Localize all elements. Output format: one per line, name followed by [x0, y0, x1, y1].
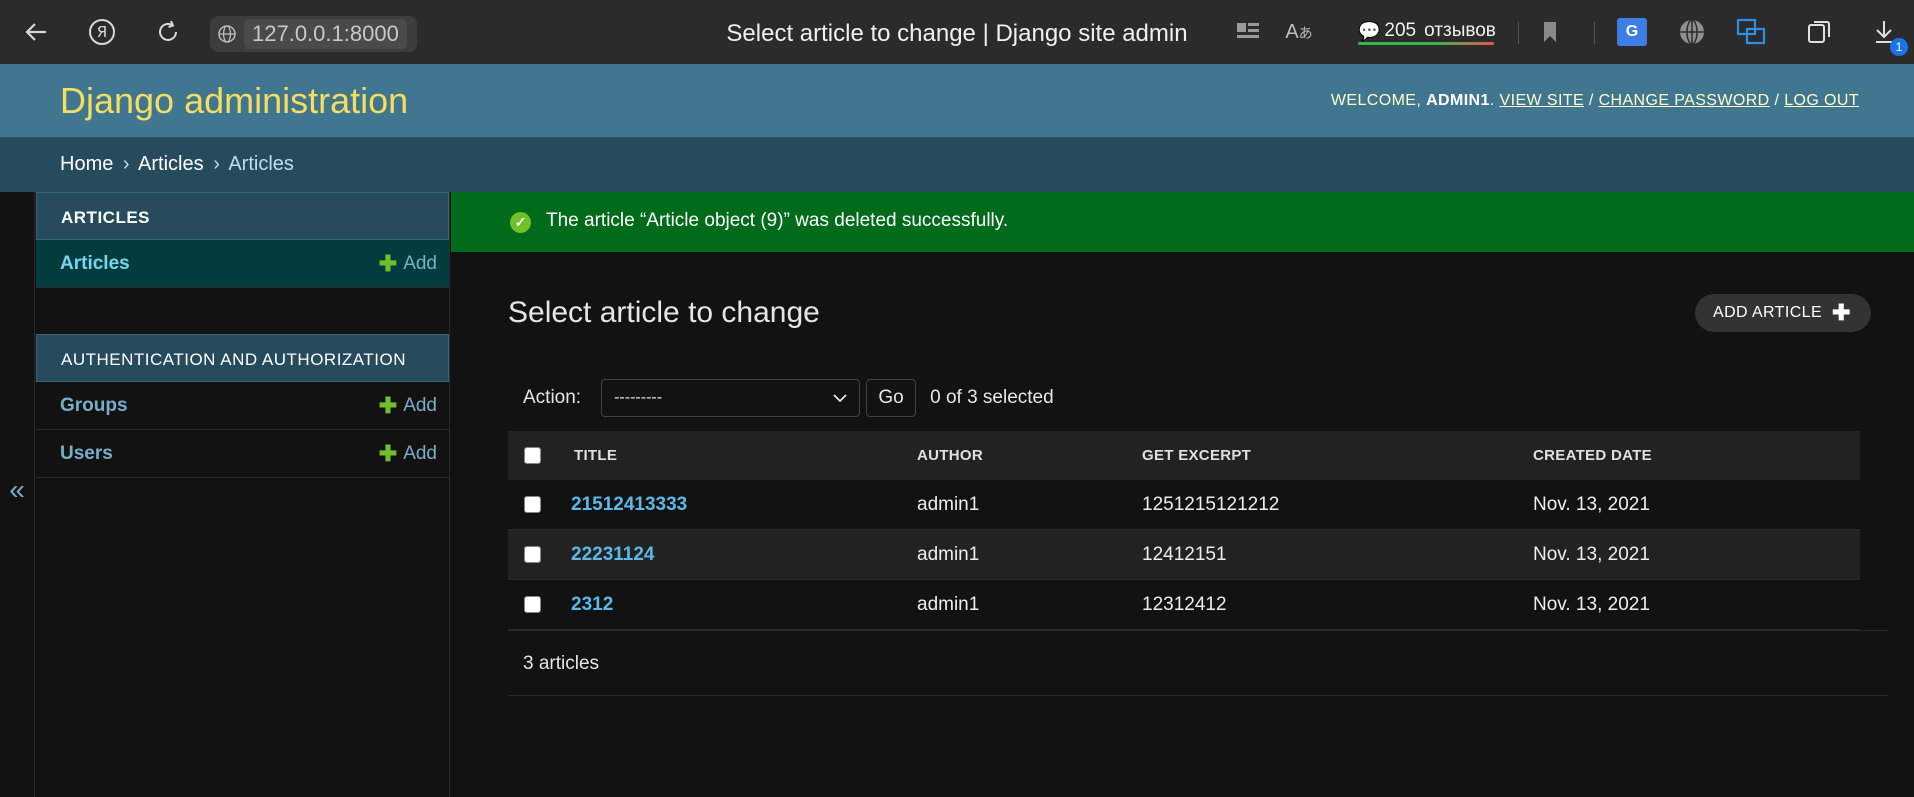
change-password-link[interactable]: CHANGE PASSWORD: [1599, 92, 1770, 109]
address-bar[interactable]: 127.0.0.1:8000: [210, 16, 417, 52]
plus-icon: ✚: [378, 392, 398, 418]
translate-page-icon[interactable]: Aあ: [1283, 16, 1315, 48]
reader-mode-icon[interactable]: [1232, 16, 1264, 48]
breadcrumb: Home › Articles › Articles: [0, 137, 1914, 192]
reviews-count: 205: [1384, 20, 1417, 41]
site-info-icon[interactable]: [216, 23, 238, 45]
url-text[interactable]: 127.0.0.1:8000: [244, 19, 407, 49]
select-all-checkbox[interactable]: [524, 447, 541, 464]
divider: [1518, 22, 1519, 44]
column-header-created-date[interactable]: CREATED DATE: [1533, 447, 1860, 464]
action-select[interactable]: ---------: [601, 379, 861, 417]
add-user-link[interactable]: ✚ Add: [379, 441, 437, 467]
collapse-icon: «: [9, 473, 25, 505]
add-article-button[interactable]: ADD ARTICLE ✚: [1695, 294, 1871, 332]
row-checkbox[interactable]: [524, 546, 541, 563]
sidebar-item-articles[interactable]: Articles ✚ Add: [36, 240, 449, 288]
author-cell: admin1: [917, 493, 980, 515]
success-check-icon: ✓: [510, 212, 531, 233]
yandex-icon[interactable]: Я: [84, 14, 120, 50]
table-header: TITLE AUTHOR GET EXCERPT CREATED DATE: [508, 431, 1860, 480]
add-article-link[interactable]: ✚ Add: [379, 251, 437, 277]
rating-bar: [1358, 42, 1494, 45]
page-title: Select article to change: [508, 296, 820, 329]
site-header: Django administration WELCOME, ADMIN1. V…: [0, 64, 1914, 137]
selection-counter: 0 of 3 selected: [930, 387, 1054, 408]
column-header-excerpt[interactable]: GET EXCERPT: [1142, 447, 1533, 464]
reload-icon[interactable]: [150, 14, 186, 50]
column-header-author[interactable]: AUTHOR: [917, 447, 1142, 464]
author-cell: admin1: [917, 543, 980, 565]
user-tools: WELCOME, ADMIN1. VIEW SITE / CHANGE PASS…: [1330, 92, 1859, 109]
sidebar-item-groups[interactable]: Groups ✚ Add: [36, 382, 449, 430]
comment-icon: 💬: [1358, 20, 1381, 41]
author-cell: admin1: [917, 593, 980, 615]
table-row: 2312 admin1 12312412 Nov. 13, 2021: [508, 580, 1860, 630]
app-caption-articles[interactable]: ARTICLES: [36, 192, 449, 240]
sidebar-item-label[interactable]: Users: [60, 443, 113, 465]
column-header-title[interactable]: TITLE: [571, 447, 917, 464]
result-list-table: TITLE AUTHOR GET EXCERPT CREATED DATE 21…: [508, 431, 1860, 630]
chevron-down-icon: [833, 390, 847, 406]
back-arrow-icon[interactable]: [18, 14, 54, 50]
bookmark-icon[interactable]: [1534, 16, 1566, 48]
divider: [1594, 22, 1595, 44]
excerpt-cell: 1251215121212: [1142, 493, 1280, 515]
google-translate-icon[interactable]: G: [1617, 18, 1647, 46]
site-branding[interactable]: Django administration: [60, 80, 408, 122]
article-title-link[interactable]: 21512413333: [571, 494, 687, 515]
go-button[interactable]: Go: [866, 379, 917, 417]
excerpt-cell: 12412151: [1142, 543, 1227, 565]
row-checkbox[interactable]: [524, 596, 541, 613]
sidebar-item-users[interactable]: Users ✚ Add: [36, 430, 449, 478]
add-group-link[interactable]: ✚ Add: [379, 393, 437, 419]
log-out-link[interactable]: LOG OUT: [1784, 92, 1859, 109]
sidebar-item-label[interactable]: Groups: [60, 395, 128, 417]
nav-sidebar: ARTICLES Articles ✚ Add AUTHENTICATION AN…: [36, 192, 450, 797]
article-title-link[interactable]: 2312: [571, 594, 613, 615]
date-cell: Nov. 13, 2021: [1533, 543, 1650, 565]
browser-toolbar: Я 127.0.0.1:8000 Select article to chang…: [0, 0, 1914, 64]
plus-icon: ✚: [378, 250, 398, 276]
date-cell: Nov. 13, 2021: [1533, 493, 1650, 515]
action-label: Action:: [523, 387, 582, 408]
collections-icon[interactable]: [1803, 16, 1835, 48]
sidebar-toggle-button[interactable]: «: [0, 192, 35, 797]
paginator: 3 articles: [508, 630, 1888, 696]
downloads-badge: 1: [1890, 38, 1908, 56]
screenshot-icon[interactable]: [1735, 16, 1767, 48]
table-row: 22231124 admin1 12412151 Nov. 13, 2021: [508, 530, 1860, 580]
success-message-text: The article “Article object (9)” was del…: [546, 210, 1009, 231]
plus-icon: ✚: [1832, 300, 1851, 325]
article-title-link[interactable]: 22231124: [571, 544, 655, 565]
excerpt-cell: 12312412: [1142, 593, 1227, 615]
plus-icon: ✚: [378, 440, 398, 466]
view-site-link[interactable]: VIEW SITE: [1500, 92, 1585, 109]
table-row: 21512413333 admin1 1251215121212 Nov. 13…: [508, 480, 1860, 530]
sidebar-item-label[interactable]: Articles: [60, 253, 130, 275]
breadcrumb-app[interactable]: Articles: [138, 153, 204, 175]
row-checkbox[interactable]: [524, 496, 541, 513]
actions-bar: Action: --------- Go 0 of 3 selected: [508, 376, 1054, 420]
date-cell: Nov. 13, 2021: [1533, 593, 1650, 615]
app-caption-auth[interactable]: AUTHENTICATION AND AUTHORIZATION: [36, 334, 449, 382]
username: ADMIN1: [1426, 92, 1490, 109]
reviews-label: отзывов: [1424, 20, 1496, 41]
breadcrumb-current: Articles: [228, 153, 294, 175]
vpn-globe-icon[interactable]: [1676, 16, 1708, 48]
breadcrumb-home[interactable]: Home: [60, 153, 113, 175]
